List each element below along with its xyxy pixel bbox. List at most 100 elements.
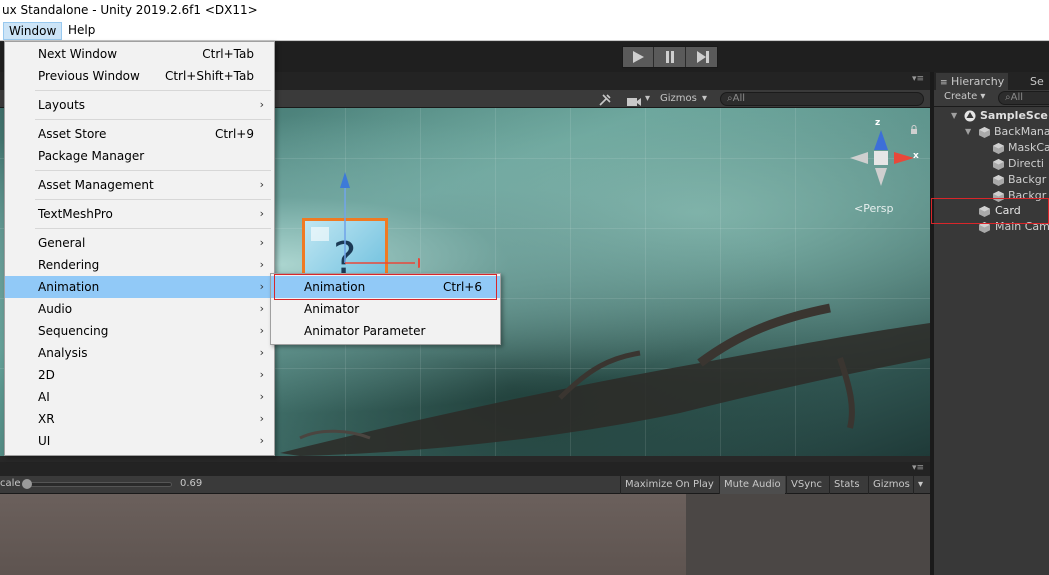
submenu-arrow-icon: › [259, 302, 264, 315]
menu-item-sequencing[interactable]: Sequencing › [5, 320, 274, 342]
unity-editor-window: ux Standalone - Unity 2019.2.6f1 <DX11> … [0, 0, 1049, 575]
submenu-item-animator[interactable]: Animator [271, 298, 500, 320]
menu-help[interactable]: Help [63, 22, 100, 40]
game-render-area [0, 494, 686, 575]
hierarchy-row-card[interactable]: Card [934, 203, 1049, 219]
menu-item-asset-store[interactable]: Asset Store Ctrl+9 [5, 123, 274, 145]
menu-bar: Window Help [0, 21, 1049, 41]
gameobject-cube-icon [979, 222, 990, 233]
submenu-arrow-icon: › [259, 390, 264, 403]
menu-item-rendering[interactable]: Rendering › [5, 254, 274, 276]
axis-z-label: z [875, 118, 881, 128]
move-gizmo[interactable] [290, 168, 420, 288]
expand-arrow-icon[interactable]: ▼ [965, 124, 971, 140]
submenu-arrow-icon: › [259, 207, 264, 220]
submenu-arrow-icon: › [259, 434, 264, 447]
title-bar: ux Standalone - Unity 2019.2.6f1 <DX11> [0, 0, 1049, 21]
menu-item-animation[interactable]: Animation › [5, 276, 274, 298]
submenu-arrow-icon: › [259, 368, 264, 381]
game-tab-row: ▾≡ [0, 462, 930, 476]
game-gizmos-dropdown[interactable]: Gizmos [868, 476, 914, 494]
menu-item-layouts[interactable]: Layouts › [5, 94, 274, 116]
scale-label: cale [0, 478, 21, 489]
menu-window[interactable]: Window [3, 22, 63, 40]
step-icon[interactable] [687, 47, 718, 67]
submenu-arrow-icon: › [259, 98, 264, 111]
hierarchy-row[interactable]: Directi [934, 156, 1049, 172]
vsync-toggle[interactable]: VSync [786, 476, 826, 494]
maximize-on-play-toggle[interactable]: Maximize On Play [620, 476, 718, 494]
pause-icon[interactable] [655, 47, 686, 67]
submenu-arrow-icon: › [259, 236, 264, 249]
gameobject-cube-icon [993, 191, 1004, 202]
menu-separator [35, 228, 271, 229]
submenu-arrow-icon: › [259, 280, 264, 293]
submenu-item-animation[interactable]: Animation Ctrl+6 [271, 276, 500, 298]
hierarchy-list-icon: ≡ [940, 78, 948, 88]
menu-item-next-window[interactable]: Next Window Ctrl+Tab [5, 43, 274, 65]
window-title: ux Standalone - Unity 2019.2.6f1 <DX11> [2, 3, 258, 17]
tab-scene[interactable]: Se [1026, 73, 1048, 90]
gameobject-cube-icon [979, 127, 990, 138]
hierarchy-tab-row: ≡ Hierarchy Se [934, 72, 1049, 90]
hierarchy-row-scene[interactable]: ▼ SampleSce [934, 108, 1049, 124]
menu-item-analysis[interactable]: Analysis › [5, 342, 274, 364]
game-panel-menu-icon[interactable]: ▾≡ [912, 463, 924, 473]
menu-separator [35, 90, 271, 91]
submenu-arrow-icon: › [259, 324, 264, 337]
menu-item-general[interactable]: General › [5, 232, 274, 254]
menu-item-asset-management[interactable]: Asset Management › [5, 174, 274, 196]
hierarchy-row[interactable]: ▼ BackMana [934, 124, 1049, 140]
hierarchy-search-input[interactable]: ⌕All [998, 91, 1049, 105]
animation-submenu: Animation Ctrl+6 Animator Animator Parame… [270, 273, 501, 345]
gameobject-cube-icon [993, 143, 1004, 154]
scale-slider[interactable] [22, 482, 172, 487]
menu-separator [35, 199, 271, 200]
menu-item-2d[interactable]: 2D › [5, 364, 274, 386]
mute-audio-toggle[interactable]: Mute Audio [719, 476, 785, 494]
hierarchy-row[interactable]: Main Cam [934, 219, 1049, 235]
gizmos-chevron-icon[interactable]: ▾ [702, 91, 707, 106]
hierarchy-row[interactable]: Backgr [934, 172, 1049, 188]
panel-menu-icon[interactable]: ▾≡ [912, 74, 924, 84]
submenu-arrow-icon: › [259, 258, 264, 271]
submenu-arrow-icon: › [259, 412, 264, 425]
hierarchy-toolbar: Create ▾ ⌕All [934, 90, 1049, 107]
hierarchy-row[interactable]: Backgr [934, 188, 1049, 204]
submenu-arrow-icon: › [259, 178, 264, 191]
play-icon[interactable] [623, 47, 654, 67]
gizmos-dropdown[interactable]: Gizmos [660, 91, 697, 106]
scale-slider-thumb[interactable] [22, 479, 32, 489]
create-dropdown[interactable]: Create ▾ [944, 91, 985, 102]
hierarchy-panel: ≡ Hierarchy Se Create ▾ ⌕All ▼ SampleSce… [934, 72, 1049, 575]
expand-arrow-icon[interactable]: ▼ [951, 108, 957, 124]
tab-hierarchy[interactable]: ≡ Hierarchy [936, 73, 1009, 90]
menu-item-ai[interactable]: AI › [5, 386, 274, 408]
game-gizmos-chevron-icon[interactable]: ▾ [913, 476, 927, 494]
orientation-gizmo[interactable]: z x <Persp [848, 118, 920, 228]
menu-item-audio[interactable]: Audio › [5, 298, 274, 320]
lock-icon[interactable] [910, 120, 918, 139]
gameobject-cube-icon [979, 206, 990, 217]
playback-controls [622, 46, 718, 68]
axis-x-label: x [913, 151, 919, 161]
menu-separator [35, 119, 271, 120]
menu-item-textmeshpro[interactable]: TextMeshPro › [5, 203, 274, 225]
hierarchy-row[interactable]: MaskCa [934, 140, 1049, 156]
submenu-item-animator-parameter[interactable]: Animator Parameter [271, 320, 500, 342]
menu-item-ui[interactable]: UI › [5, 430, 274, 452]
camera-dropdown-icon[interactable]: ▾ [645, 91, 650, 106]
game-view[interactable] [0, 494, 930, 575]
gameobject-cube-icon [993, 159, 1004, 170]
menu-item-xr[interactable]: XR › [5, 408, 274, 430]
stats-toggle[interactable]: Stats [829, 476, 864, 494]
menu-item-previous-window[interactable]: Previous Window Ctrl+Shift+Tab [5, 65, 274, 87]
persp-label[interactable]: <Persp [854, 202, 893, 215]
game-toolbar: cale 0.69 Maximize On Play Mute Audio VS… [0, 476, 930, 494]
scale-value: 0.69 [180, 478, 203, 489]
menu-separator [35, 170, 271, 171]
scene-search-input[interactable]: ⌕All [720, 92, 924, 106]
window-menu-dropdown: Next Window Ctrl+Tab Previous Window Ctrl+… [4, 41, 275, 456]
gameobject-cube-icon [993, 175, 1004, 186]
menu-item-package-manager[interactable]: Package Manager [5, 145, 274, 167]
